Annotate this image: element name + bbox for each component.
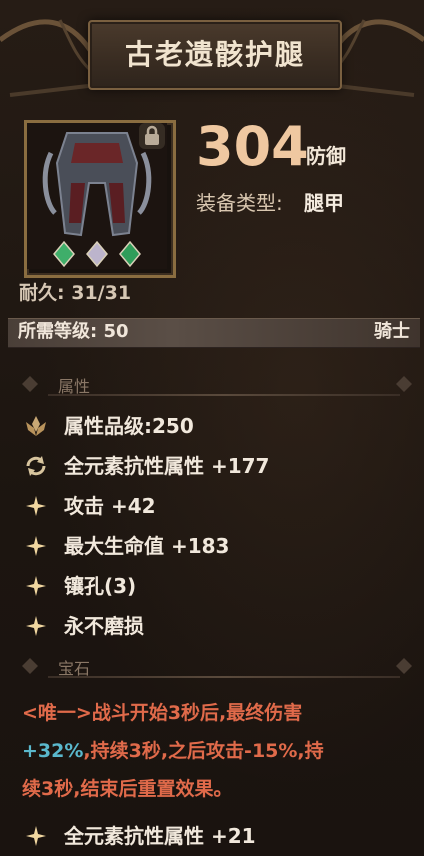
sparkle-icon — [26, 616, 46, 636]
gem-bonus-row: 全元素抗性属性 +21 — [0, 818, 424, 854]
diamond-icon — [22, 658, 38, 674]
gem-sockets — [53, 240, 141, 268]
diamond-icon — [22, 376, 38, 392]
gem-bonus-text: 全元素抗性属性 +21 — [64, 824, 256, 848]
attribute-text: 全元素抗性属性 +177 — [64, 454, 270, 478]
required-level-value: 50 — [103, 321, 129, 342]
cycle-arrows-icon — [26, 456, 46, 476]
lock-icon[interactable] — [139, 123, 165, 149]
attribute-text: 最大生命值 +183 — [64, 534, 230, 558]
white-gem-icon — [86, 240, 108, 268]
gem-description-line: <唯一>战斗开始3秒后,最终伤害 — [22, 702, 303, 724]
attribute-row: 镶孔(3) — [0, 568, 424, 604]
lotus-emblem-icon — [26, 416, 46, 436]
required-level: 所需等级: 50 — [18, 318, 129, 346]
gem-description-line: +32%,持续3秒,之后攻击-15%,持 — [22, 732, 414, 770]
attribute-row: 最大生命值 +183 — [0, 528, 424, 564]
defense-value: 304 — [196, 115, 309, 178]
attribute-row: 全元素抗性属性 +177 — [0, 448, 424, 484]
attribute-row: 永不磨损 — [0, 608, 424, 644]
green-gem-icon — [53, 240, 75, 268]
divider — [48, 676, 400, 678]
diamond-icon — [396, 658, 412, 674]
class-requirement: 骑士 — [374, 321, 410, 342]
defense-label: 防御 — [306, 144, 346, 168]
durability-value: 31/31 — [71, 282, 132, 304]
divider — [48, 394, 400, 396]
green-gem-icon — [119, 240, 141, 268]
item-title: 古老遗骸护腿 — [124, 38, 305, 71]
diamond-icon — [396, 376, 412, 392]
attribute-row: 属性品级:250 — [0, 408, 424, 444]
gem-description-text: ,持续3秒,之后攻击-15%,持 — [83, 740, 324, 762]
attribute-text: 永不磨损 — [64, 614, 144, 638]
equipment-type-value: 腿甲 — [304, 191, 344, 215]
gem-description-line: 续3秒,结束后重置效果。 — [22, 778, 233, 800]
equipment-type-label: 装备类型: — [196, 191, 283, 215]
sparkle-icon — [26, 536, 46, 556]
attribute-text: 镶孔(3) — [64, 574, 137, 598]
gem-highlight-value: +32% — [22, 740, 84, 762]
durability-label: 耐久: — [19, 282, 65, 304]
section-header-gems: 宝石 — [0, 654, 424, 678]
gem-description: <唯一>战斗开始3秒后,最终伤害 +32%,持续3秒,之后攻击-15%,持 续3… — [22, 694, 414, 808]
sparkle-icon — [26, 576, 46, 596]
sparkle-icon — [26, 496, 46, 516]
attribute-text: 攻击 +42 — [64, 494, 156, 518]
section-header-attributes: 属性 — [0, 372, 424, 396]
attribute-row: 攻击 +42 — [0, 488, 424, 524]
sparkle-icon — [26, 826, 46, 846]
required-level-label: 所需等级: — [18, 321, 98, 342]
attribute-text: 属性品级:250 — [64, 414, 194, 438]
durability: 耐久: 31/31 — [19, 278, 131, 305]
